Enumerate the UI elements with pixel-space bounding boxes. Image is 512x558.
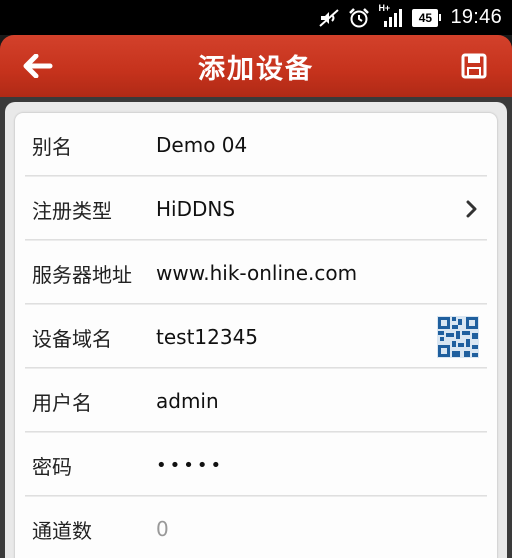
server-address-input[interactable]: www.hik-online.com xyxy=(156,261,416,285)
network-type-label: H+ xyxy=(378,2,391,13)
title-bar: 添加设备 xyxy=(0,35,512,97)
field-label: 别名 xyxy=(32,134,72,159)
field-row-username[interactable]: 用户名 admin xyxy=(15,369,497,433)
form-card: 别名 Demo 04 注册类型 HiDDNS 服务器地址 www.hik-onl… xyxy=(5,102,507,558)
back-button[interactable] xyxy=(20,49,56,83)
field-label: 密码 xyxy=(32,454,72,479)
page-title: 添加设备 xyxy=(198,53,314,85)
chevron-right-icon[interactable] xyxy=(465,200,479,218)
signal-icon: H+ xyxy=(378,3,404,29)
field-row-alias[interactable]: 别名 Demo 04 xyxy=(15,113,497,177)
field-row-server-address[interactable]: 服务器地址 www.hik-online.com xyxy=(15,241,497,305)
channel-count-input[interactable]: 0 xyxy=(156,517,416,541)
save-icon xyxy=(461,53,487,79)
field-row-register-type[interactable]: 注册类型 HiDDNS xyxy=(15,177,497,241)
field-row-password[interactable]: 密码 ••••• xyxy=(15,433,497,497)
field-label: 服务器地址 xyxy=(32,262,132,287)
form-area: 别名 Demo 04 注册类型 HiDDNS 服务器地址 www.hik-onl… xyxy=(0,97,512,558)
field-label: 设备域名 xyxy=(32,326,112,351)
alarm-icon xyxy=(348,7,370,29)
field-label: 用户名 xyxy=(32,390,92,415)
battery-level: 45 xyxy=(418,10,433,25)
qr-code-scan-icon[interactable] xyxy=(437,316,479,358)
register-type-select[interactable]: HiDDNS xyxy=(156,197,416,221)
alias-input[interactable]: Demo 04 xyxy=(156,133,416,157)
password-input[interactable]: ••••• xyxy=(156,455,416,476)
username-input[interactable]: admin xyxy=(156,389,416,413)
field-label: 通道数 xyxy=(32,518,92,543)
field-row-device-domain[interactable]: 设备域名 test12345 xyxy=(15,305,497,369)
field-row-channel-count[interactable]: 通道数 0 xyxy=(15,497,497,558)
mute-icon xyxy=(318,7,340,29)
battery-icon: 45 xyxy=(412,8,442,27)
status-clock: 19:46 xyxy=(450,6,502,28)
back-arrow-icon xyxy=(23,54,53,78)
status-bar: H+ 45 19:46 xyxy=(0,0,512,35)
save-button[interactable] xyxy=(456,49,492,83)
form-list: 别名 Demo 04 注册类型 HiDDNS 服务器地址 www.hik-onl… xyxy=(15,113,497,558)
field-label: 注册类型 xyxy=(32,198,112,223)
device-domain-input[interactable]: test12345 xyxy=(156,325,416,349)
